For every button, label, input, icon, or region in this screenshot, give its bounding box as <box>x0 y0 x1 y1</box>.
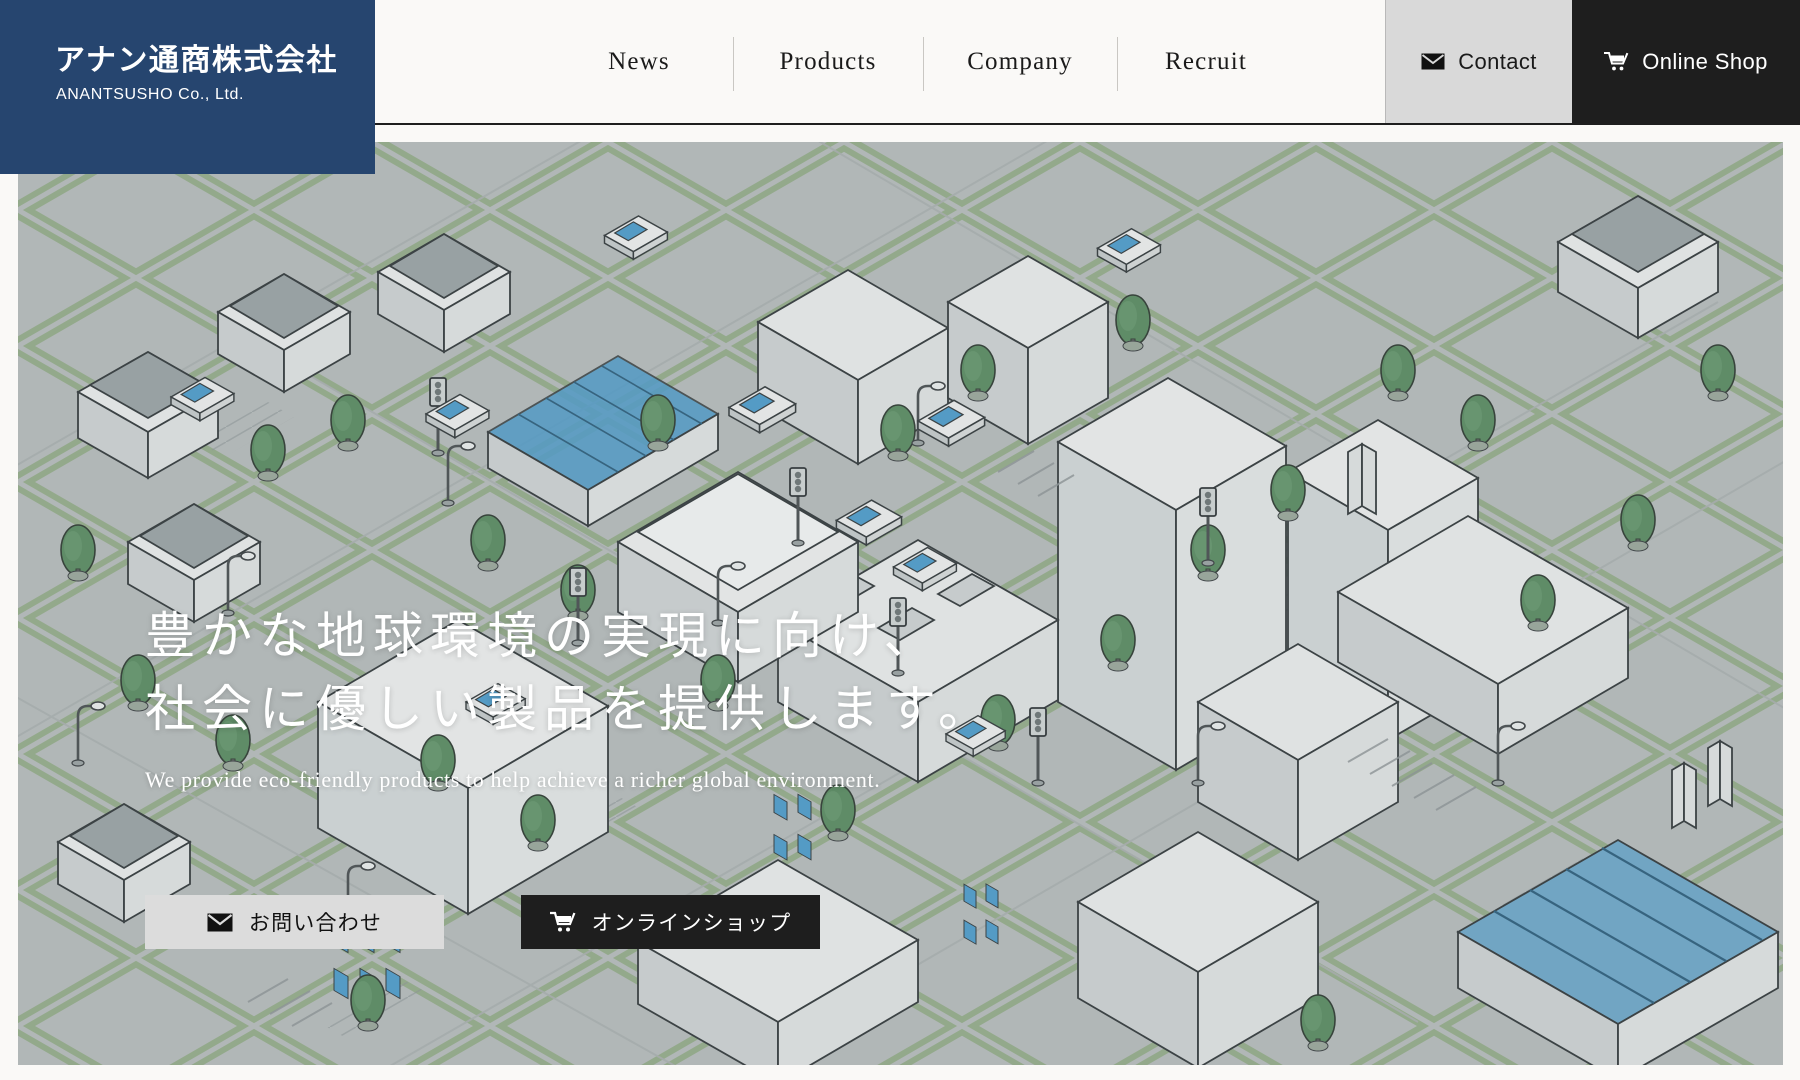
nav-item-company-label: Company <box>967 47 1073 75</box>
hero-shop-button[interactable]: オンラインショップ <box>521 895 820 949</box>
hero-contact-button-label: お問い合わせ <box>248 912 383 935</box>
envelope-icon <box>207 913 233 932</box>
nav-item-recruit[interactable]: Recruit <box>1117 0 1295 123</box>
main-navigation: News Products Company Recruit <box>545 0 1295 123</box>
header-contact-label: Contact <box>1458 48 1537 74</box>
hero-text-block: 豊かな地球環境の実現に向け、 社会に優しい製品を提供します。 We provid… <box>145 600 995 793</box>
envelope-icon <box>1421 53 1445 70</box>
logo-name-ja: アナン通商株式会社 <box>55 44 338 77</box>
cart-icon <box>1604 51 1629 72</box>
nav-item-news-label: News <box>608 47 670 75</box>
nav-item-products-label: Products <box>779 47 877 75</box>
nav-item-news[interactable]: News <box>545 0 733 123</box>
header-contact-button[interactable]: Contact <box>1385 0 1572 123</box>
hero-subtitle: We provide eco-friendly products to help… <box>145 767 881 792</box>
nav-item-products[interactable]: Products <box>733 0 923 123</box>
cart-icon <box>549 911 576 933</box>
logo-name-en: ANANTSUSHO Co., Ltd. <box>56 86 245 103</box>
nav-item-recruit-label: Recruit <box>1165 47 1247 75</box>
hero-shop-button-label: オンラインショップ <box>591 912 792 935</box>
header-shop-button[interactable]: Online Shop <box>1572 0 1800 123</box>
nav-item-company[interactable]: Company <box>923 0 1117 123</box>
hero-title-line2: 社会に優しい製品を提供します。 <box>145 680 995 737</box>
hero-contact-button[interactable]: お問い合わせ <box>145 895 444 949</box>
hero-cta-group: お問い合わせ オンラインショップ <box>145 895 820 949</box>
logo-block[interactable]: アナン通商株式会社 ANANTSUSHO Co., Ltd. <box>0 0 375 174</box>
header-shop-label: Online Shop <box>1642 48 1768 74</box>
hero-title-line1: 豊かな地球環境の実現に向け、 <box>145 608 941 664</box>
page-root: 豊かな地球環境の実現に向け、 社会に優しい製品を提供します。 We provid… <box>0 0 1800 1080</box>
